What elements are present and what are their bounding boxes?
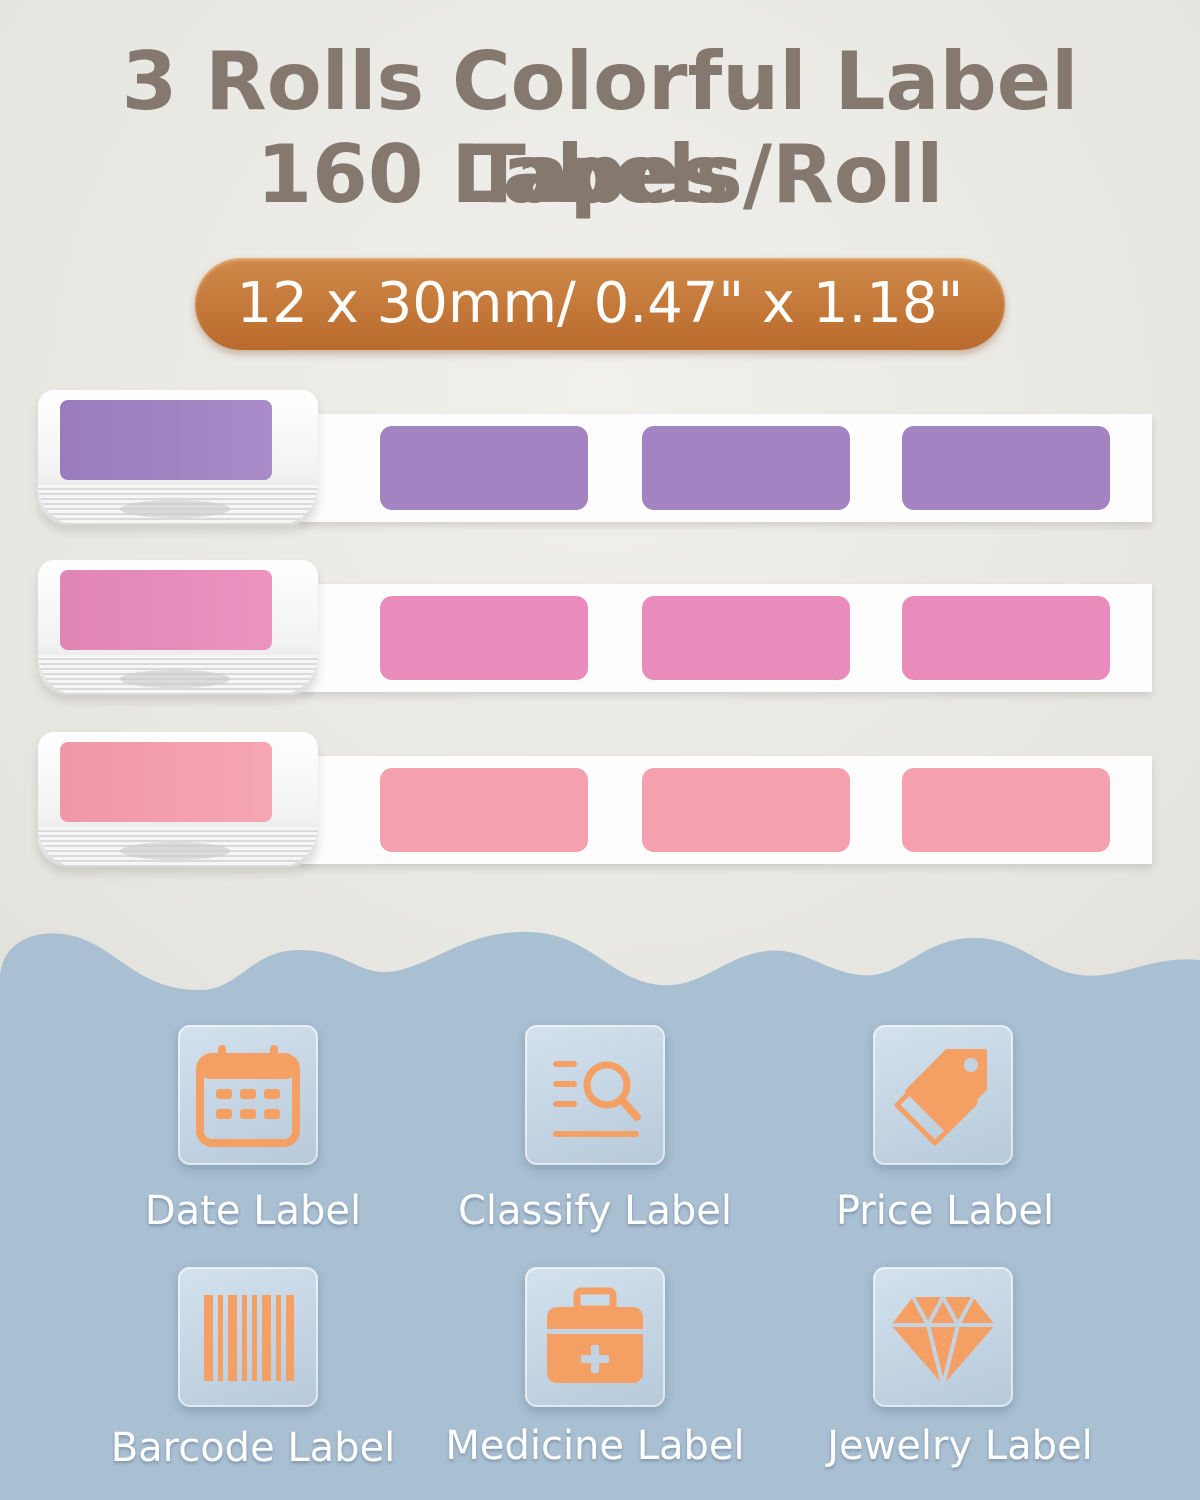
size-badge: 12 x 30mm/ 0.47" x 1.18" [195, 258, 1005, 350]
label-sticker [902, 426, 1110, 510]
roll-front-label [60, 742, 272, 822]
label-tape [300, 414, 1152, 522]
label-roll-light-pink [0, 732, 1200, 872]
jewelry-label-text: Jewelry Label [827, 1423, 1093, 1469]
diamond-icon [891, 1295, 995, 1387]
label-sticker [380, 426, 588, 510]
medicine-box-icon [547, 1287, 643, 1383]
title-line-2: 160 Labels/Roll [256, 128, 944, 221]
date-label-tile [178, 1025, 318, 1165]
roll-core [120, 842, 230, 860]
label-tape [300, 756, 1152, 864]
label-tape [300, 584, 1152, 692]
label-sticker [642, 768, 850, 852]
label-sticker [380, 768, 588, 852]
label-sticker [642, 426, 850, 510]
classify-search-icon [553, 1061, 641, 1137]
roll-front-label [60, 400, 272, 480]
date-label-text: Date Label [144, 1188, 362, 1234]
label-sticker [902, 768, 1110, 852]
price-tag-icon [894, 1049, 987, 1146]
price-label-tile [873, 1025, 1013, 1165]
classify-label-tile [525, 1025, 665, 1165]
roll-front-label [60, 570, 272, 650]
barcode-label-tile [178, 1267, 318, 1407]
calendar-icon [196, 1045, 300, 1147]
roll-core [120, 670, 230, 688]
label-sticker [902, 596, 1110, 680]
label-roll-purple [0, 390, 1200, 530]
jewelry-label-tile [873, 1267, 1013, 1407]
label-sticker [380, 596, 588, 680]
barcode-icon [204, 1295, 294, 1381]
medicine-label-tile [525, 1267, 665, 1407]
classify-label-text: Classify Label [457, 1188, 733, 1234]
label-roll-pink [0, 560, 1200, 700]
label-sticker [642, 596, 850, 680]
barcode-label-text: Barcode Label [110, 1425, 396, 1471]
uses-section: Date Label Classify Label Price Label Ba… [0, 930, 1200, 1500]
medicine-label-text: Medicine Label [445, 1423, 745, 1469]
price-label-text: Price Label [835, 1188, 1055, 1234]
roll-core [120, 500, 230, 518]
